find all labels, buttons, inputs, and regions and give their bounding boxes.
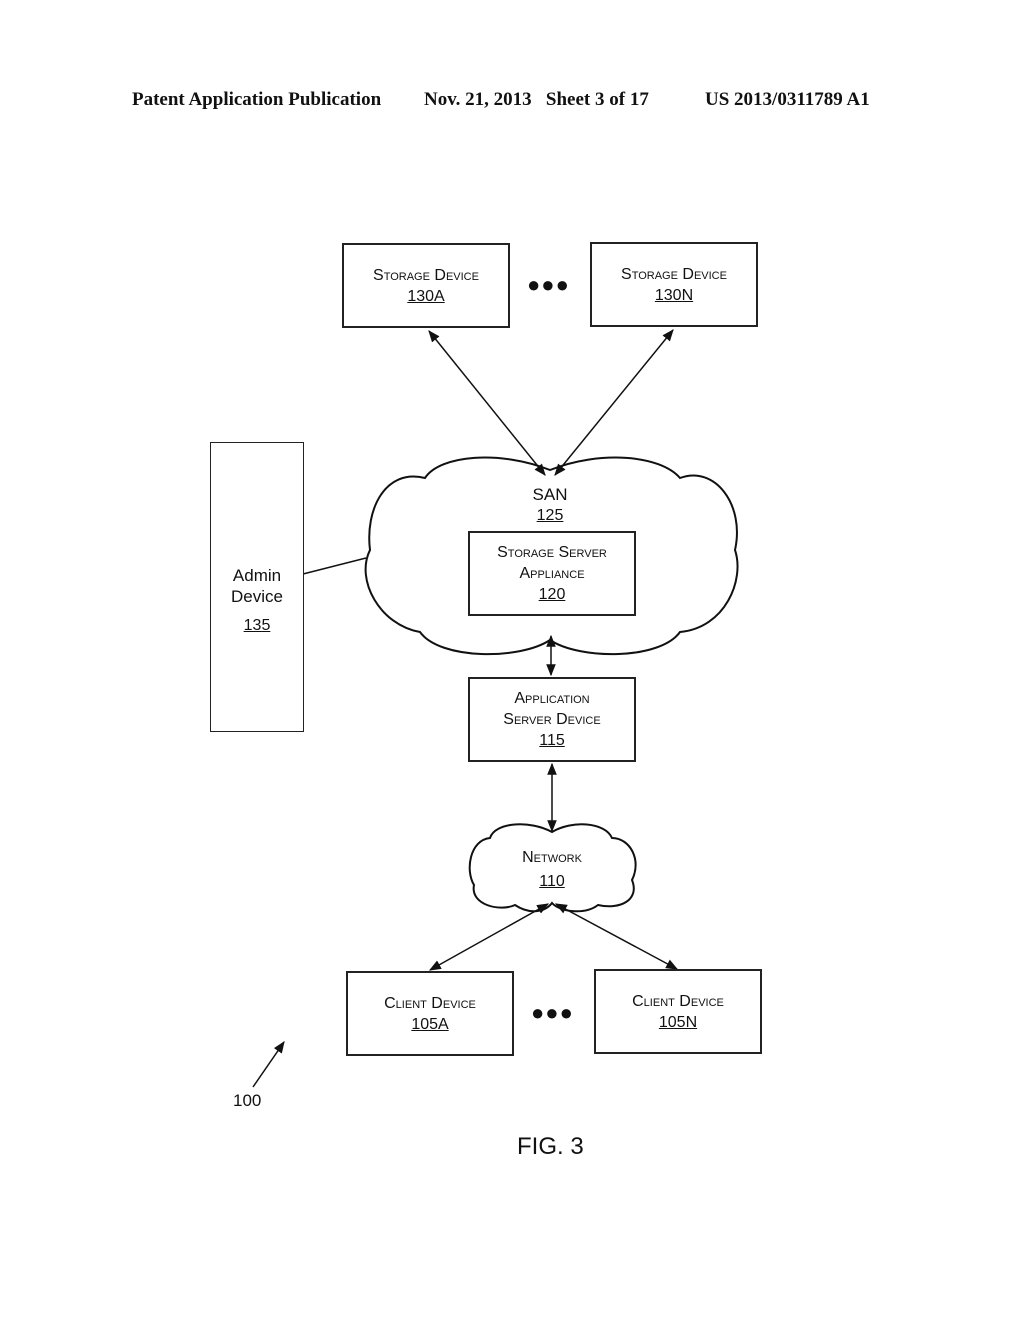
arrow-network-client-n	[554, 903, 679, 970]
app-server-label-1: Application	[514, 690, 590, 707]
admin-label-1: Admin	[232, 566, 282, 585]
storage-ellipsis: ●●●	[527, 272, 570, 297]
storage-server-label-1: Storage Server	[497, 544, 607, 561]
admin-ref: 135	[243, 617, 271, 634]
application-server-device-115: Application Server Device 115	[468, 677, 636, 762]
figure-label: FIG. 3	[517, 1133, 584, 1160]
storage-device-130n-ref: 130N	[654, 287, 694, 304]
client-device-105a-ref: 105A	[411, 1016, 449, 1033]
app-server-label-2: Server Device	[503, 711, 601, 728]
client-device-105n-ref: 105N	[658, 1014, 698, 1031]
network-ref: 110	[539, 873, 565, 890]
client-device-105n-label: Client Device	[632, 993, 724, 1010]
storage-device-130a: Storage Device 130A	[342, 243, 510, 328]
client-device-105n: Client Device 105N	[594, 969, 762, 1054]
storage-device-130a-ref: 130A	[407, 288, 445, 305]
link-admin-san	[302, 557, 367, 575]
network-label: Network	[522, 849, 582, 866]
san-label: SAN	[532, 485, 568, 504]
storage-device-130n: Storage Device 130N	[590, 242, 758, 327]
client-device-105a: Client Device 105A	[346, 971, 514, 1056]
storage-server-ref: 120	[538, 586, 566, 603]
san-ref: 125	[536, 507, 564, 524]
client-ellipsis: ●●●	[531, 1000, 574, 1025]
storage-server-appliance-120: Storage Server Appliance 120	[468, 531, 636, 616]
san-text: SAN 125	[520, 484, 580, 527]
arrow-storage-a-san	[428, 330, 546, 476]
storage-device-130a-label: Storage Device	[373, 267, 479, 284]
connectors-layer	[252, 329, 739, 1088]
app-server-ref: 115	[539, 732, 565, 749]
admin-device-135: Admin Device 135	[210, 442, 304, 732]
arrow-network-client-a	[428, 903, 550, 971]
network-text: Network 110	[502, 847, 602, 893]
storage-device-130n-label: Storage Device	[621, 266, 727, 283]
admin-label-2: Device	[231, 587, 283, 606]
system-ref-label: 100	[233, 1091, 262, 1110]
arrow-system-ref	[252, 1041, 285, 1088]
arrow-storage-n-san	[554, 329, 674, 476]
storage-server-label-2: Appliance	[519, 565, 585, 582]
client-device-105a-label: Client Device	[384, 995, 476, 1012]
